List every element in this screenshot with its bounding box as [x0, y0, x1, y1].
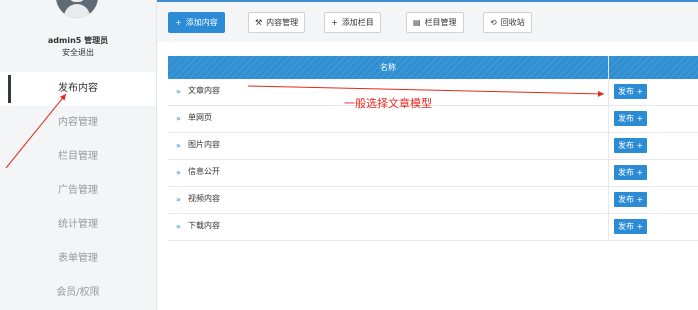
- sidebar-item-content-manage[interactable]: 内容管理: [0, 106, 156, 140]
- recycle-bin-button[interactable]: ⟲ 回收站: [483, 12, 532, 33]
- logout-link[interactable]: 安全退出: [0, 47, 156, 58]
- table-row: » 单网页 发布 +: [168, 106, 698, 133]
- tools-icon: ⚒: [255, 18, 263, 27]
- publish-button[interactable]: 发布 +: [614, 219, 648, 234]
- add-content-label: 添加内容: [185, 18, 218, 27]
- user-avatar-icon: [56, 0, 98, 18]
- publish-button[interactable]: 发布 +: [614, 165, 648, 180]
- row-label: 视频内容: [188, 194, 220, 203]
- sidebar-menu: 发布内容 内容管理 栏目管理 广告管理 统计管理 表单管理 会员/权限: [0, 72, 156, 310]
- table-row: » 信息公开 发布 +: [168, 160, 698, 187]
- table-row: » 文章内容 发布 +: [168, 79, 698, 106]
- sidebar: admin5 管理员 安全退出 发布内容 内容管理 栏目管理 广告管理 统计管理…: [0, 0, 157, 310]
- column-manage-label: 栏目管理: [424, 18, 457, 27]
- content-model-table: 名称 » 文章内容 发布 + » 单网页 发布 + » 图片内容 发布 + » …: [168, 56, 698, 241]
- chevron-right-icon: »: [176, 168, 181, 177]
- column-manage-button[interactable]: ▤ 栏目管理: [406, 12, 464, 33]
- chevron-right-icon: »: [176, 141, 181, 150]
- column-icon: ▤: [413, 18, 421, 27]
- toolbar: + 添加内容 ⚒ 内容管理 + 添加栏目 ▤ 栏目管理 ⟲ 回收站: [157, 0, 698, 42]
- chevron-right-icon: »: [176, 87, 181, 96]
- user-name: admin5 管理员: [47, 36, 109, 45]
- row-label: 下载内容: [188, 221, 220, 230]
- row-label: 信息公开: [188, 167, 220, 176]
- plus-icon: +: [331, 18, 338, 27]
- chevron-right-icon: »: [176, 195, 181, 204]
- sidebar-item-publish-content[interactable]: 发布内容: [0, 72, 156, 106]
- table-row: » 下载内容 发布 +: [168, 214, 698, 241]
- row-label: 单网页: [188, 113, 212, 122]
- add-column-button[interactable]: + 添加栏目: [324, 12, 381, 33]
- table-header: 名称: [168, 56, 698, 79]
- sidebar-item-ad-manage[interactable]: 广告管理: [0, 174, 156, 208]
- sidebar-item-stats-manage[interactable]: 统计管理: [0, 208, 156, 242]
- table-row: » 图片内容 发布 +: [168, 133, 698, 160]
- sidebar-item-form-manage[interactable]: 表单管理: [0, 242, 156, 276]
- sidebar-item-member-permission[interactable]: 会员/权限: [0, 276, 156, 310]
- sidebar-item-column-manage[interactable]: 栏目管理: [0, 140, 156, 174]
- content-manage-label: 内容管理: [266, 18, 299, 27]
- row-label: 文章内容: [188, 86, 220, 95]
- add-content-button[interactable]: + 添加内容: [168, 12, 225, 33]
- row-label: 图片内容: [188, 140, 220, 149]
- chevron-right-icon: »: [176, 222, 181, 231]
- chevron-right-icon: »: [176, 114, 181, 123]
- recycle-bin-label: 回收站: [500, 18, 525, 27]
- publish-button[interactable]: 发布 +: [614, 192, 648, 207]
- annotation-text: 一般选择文章模型: [344, 97, 432, 110]
- publish-button[interactable]: 发布 +: [614, 111, 648, 126]
- content-manage-button[interactable]: ⚒ 内容管理: [248, 12, 306, 33]
- table-row: » 视频内容 发布 +: [168, 187, 698, 214]
- plus-icon: +: [175, 18, 182, 27]
- publish-button[interactable]: 发布 +: [614, 138, 648, 153]
- add-column-label: 添加栏目: [341, 18, 374, 27]
- refresh-icon: ⟲: [490, 18, 497, 27]
- publish-button[interactable]: 发布 +: [614, 84, 648, 99]
- column-header-name: 名称: [380, 63, 396, 72]
